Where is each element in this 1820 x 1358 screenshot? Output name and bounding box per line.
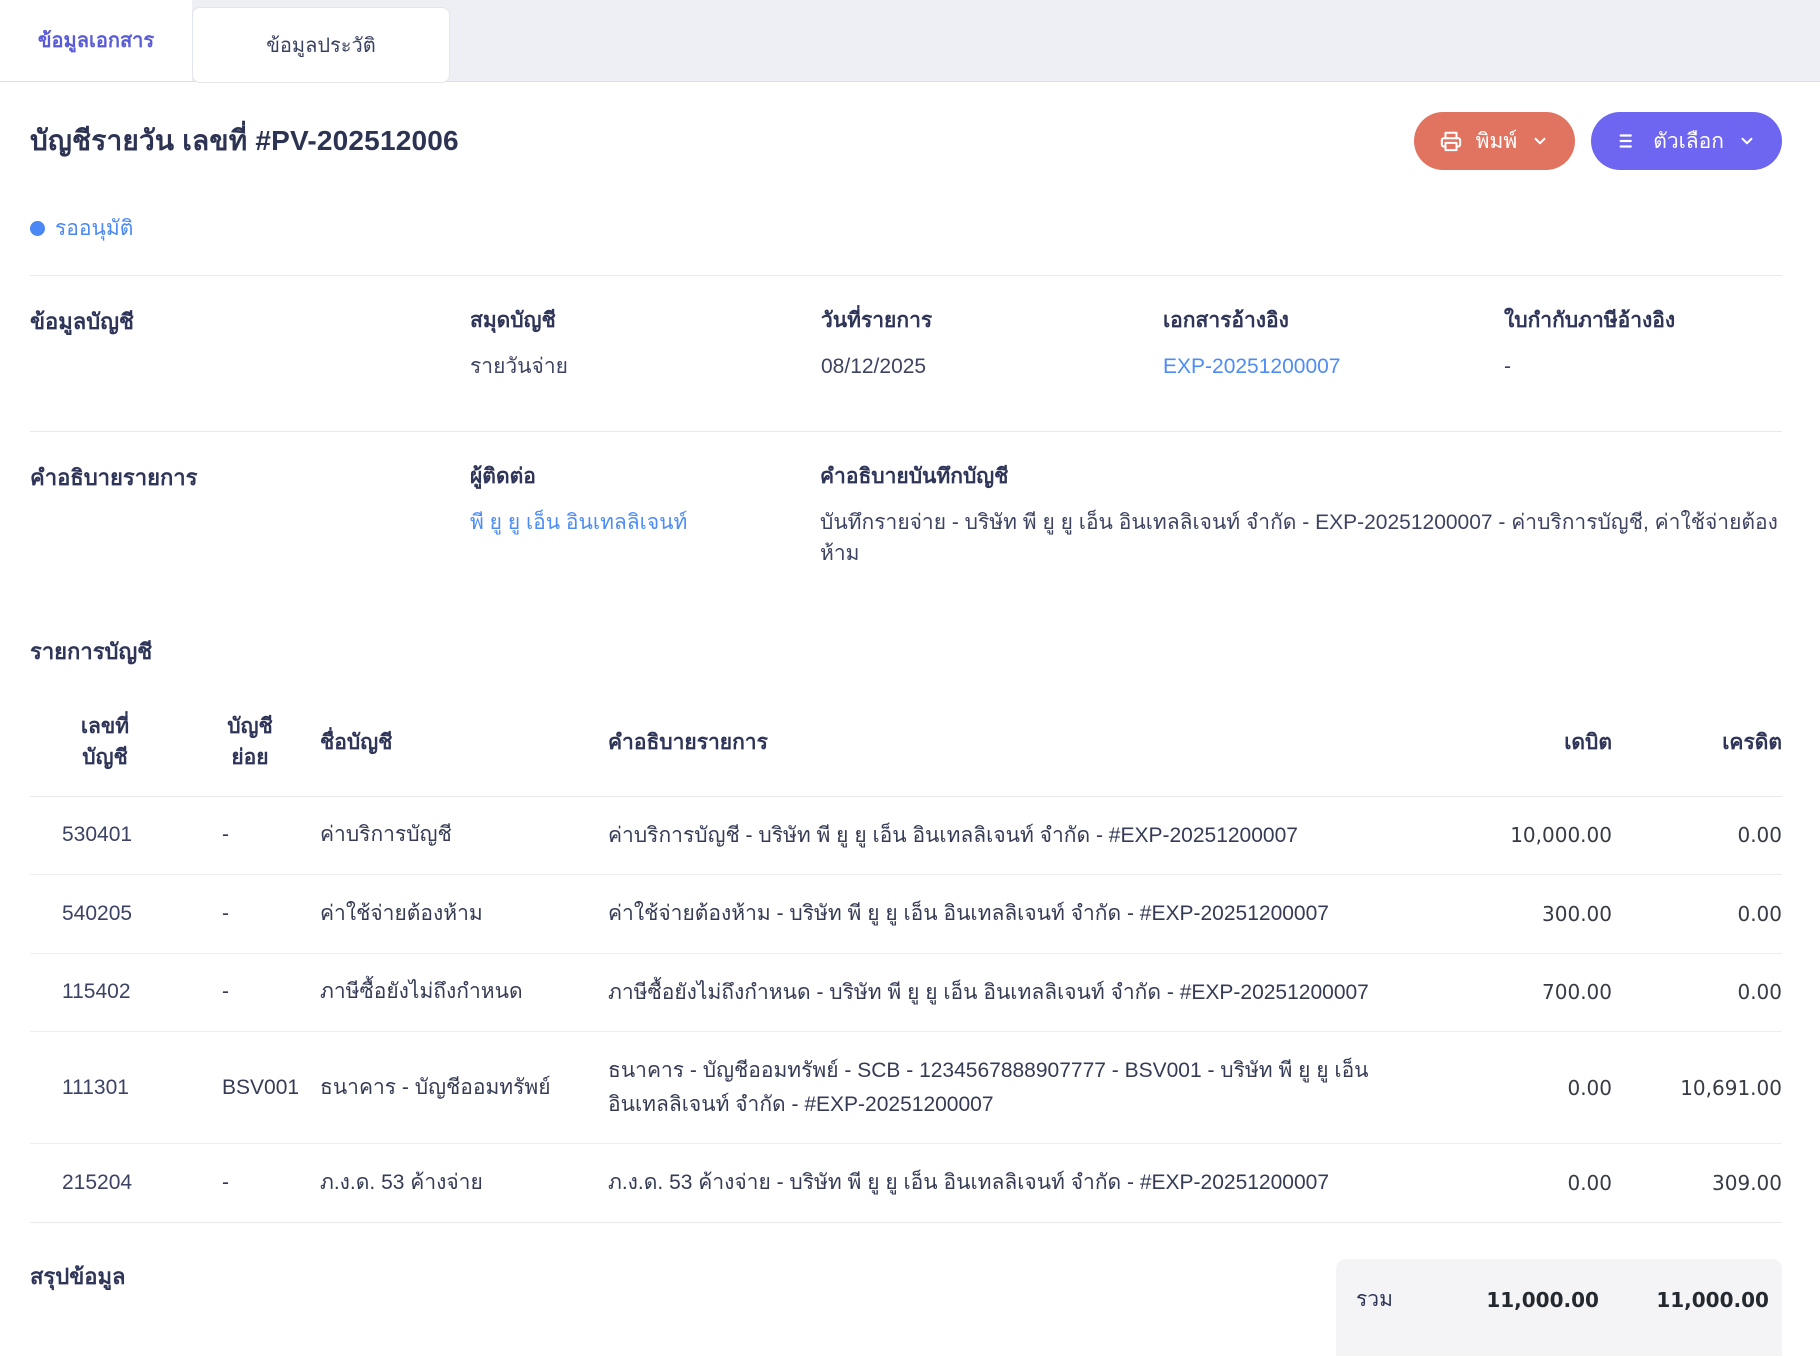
page-header: บัญชีรายวัน เลขที่ #PV-202512006 พิมพ์ ต…: [30, 112, 1782, 170]
cell-credit: 0.00: [1612, 980, 1782, 1004]
cell-account-no: 540205: [30, 902, 180, 926]
section-divider: [30, 275, 1782, 276]
table-row: 530401 - ค่าบริการบัญชี ค่าบริการบัญชี -…: [30, 797, 1782, 876]
cell-credit: 309.00: [1612, 1171, 1782, 1195]
entries-table-header: เลขที่ บัญชี บัญชี ย่อย ชื่อบัญชี คำอธิบ…: [30, 697, 1782, 797]
transaction-date-value: 08/12/2025: [821, 351, 1163, 383]
entries-table-body: 530401 - ค่าบริการบัญชี ค่าบริการบัญชี -…: [30, 797, 1782, 1224]
cell-debit: 300.00: [1432, 902, 1612, 926]
cell-debit: 10,000.00: [1432, 823, 1612, 847]
cell-account-name: ค่าใช้จ่ายต้องห้าม: [320, 898, 572, 931]
table-row: 540205 - ค่าใช้จ่ายต้องห้าม ค่าใช้จ่ายต้…: [30, 875, 1782, 954]
tax-invoice-ref-label: ใบกำกับภาษีอ้างอิง: [1504, 304, 1782, 337]
cell-description: ธนาคาร - บัญชีออมทรัพย์ - SCB - 12345678…: [572, 1054, 1432, 1121]
col-description: คำอธิบายรายการ: [572, 726, 1432, 759]
cell-account-name: ธนาคาร - บัญชีออมทรัพย์: [320, 1072, 572, 1105]
col-debit: เดบิต: [1432, 726, 1612, 759]
status-dot-icon: [30, 221, 45, 236]
tax-invoice-ref-value: -: [1504, 351, 1782, 383]
description-section: คำอธิบายรายการ ผู้ติดต่อ พี ยู ยู เอ็น อ…: [30, 460, 1782, 570]
field-journal-note: คำอธิบายบันทึกบัญชี บันทึกรายจ่าย - บริษ…: [820, 460, 1782, 570]
print-button-label: พิมพ์: [1476, 125, 1518, 158]
page-title: บัญชีรายวัน เลขที่ #PV-202512006: [30, 119, 459, 163]
printer-icon: [1440, 130, 1462, 152]
cell-account-name: ภ.ง.ด. 53 ค้างจ่าย: [320, 1167, 572, 1200]
cell-sub-account: -: [180, 823, 320, 847]
header-actions: พิมพ์ ตัวเลือก: [1414, 112, 1782, 170]
cell-description: ค่าบริการบัญชี - บริษัท พี ยู ยู เอ็น อิ…: [572, 819, 1432, 853]
cell-sub-account: BSV001: [180, 1076, 320, 1100]
account-info-title: ข้อมูลบัญชี: [30, 304, 470, 383]
table-row: 111301 BSV001 ธนาคาร - บัญชีออมทรัพย์ ธน…: [30, 1032, 1782, 1144]
account-info-section: ข้อมูลบัญชี สมุดบัญชี รายวันจ่าย วันที่ร…: [30, 304, 1782, 383]
cell-account-no: 115402: [30, 980, 180, 1004]
tab-document-info[interactable]: ข้อมูลเอกสาร: [0, 0, 192, 81]
section-divider: [30, 431, 1782, 432]
journal-book-value: รายวันจ่าย: [470, 351, 821, 383]
cell-credit: 0.00: [1612, 823, 1782, 847]
field-reference-document: เอกสารอ้างอิง EXP-20251200007: [1163, 304, 1504, 383]
cell-sub-account: -: [180, 1171, 320, 1195]
reference-document-label: เอกสารอ้างอิง: [1163, 304, 1504, 337]
tab-history-info[interactable]: ข้อมูลประวัติ: [192, 7, 450, 83]
cell-debit: 700.00: [1432, 980, 1612, 1004]
cell-account-name: ภาษีซื้อยังไม่ถึงกำหนด: [320, 976, 572, 1009]
cell-debit: 0.00: [1432, 1171, 1612, 1195]
cell-sub-account: -: [180, 902, 320, 926]
chevron-down-icon: [1738, 132, 1756, 150]
contact-label: ผู้ติดต่อ: [470, 460, 820, 493]
table-row: 215204 - ภ.ง.ด. 53 ค้างจ่าย ภ.ง.ด. 53 ค้…: [30, 1144, 1782, 1223]
status-label: รออนุมัติ: [55, 212, 133, 245]
cell-debit: 0.00: [1432, 1076, 1612, 1100]
options-button-label: ตัวเลือก: [1653, 125, 1724, 158]
col-credit: เครดิต: [1612, 726, 1782, 759]
field-tax-invoice-ref: ใบกำกับภาษีอ้างอิง -: [1504, 304, 1782, 383]
cell-account-no: 111301: [30, 1076, 180, 1100]
entries-section-title: รายการบัญชี: [30, 634, 1782, 669]
cell-description: ภ.ง.ด. 53 ค้างจ่าย - บริษัท พี ยู ยู เอ็…: [572, 1166, 1432, 1200]
cell-account-no: 530401: [30, 823, 180, 847]
cell-account-name: ค่าบริการบัญชี: [320, 819, 572, 852]
description-section-title: คำอธิบายรายการ: [30, 460, 470, 570]
total-label: รวม: [1356, 1283, 1419, 1316]
status-badge: รออนุมัติ: [30, 212, 1782, 245]
print-button[interactable]: พิมพ์: [1414, 112, 1576, 170]
summary-section-title: สรุปข้อมูล: [30, 1259, 125, 1294]
field-contact: ผู้ติดต่อ พี ยู ยู เอ็น อินเทลลิเจนท์: [470, 460, 820, 570]
contact-link[interactable]: พี ยู ยู เอ็น อินเทลลิเจนท์: [470, 511, 687, 534]
field-transaction-date: วันที่รายการ 08/12/2025: [821, 304, 1163, 383]
tab-bar: ข้อมูลเอกสาร ข้อมูลประวัติ: [0, 0, 1820, 82]
journal-note-label: คำอธิบายบันทึกบัญชี: [820, 460, 1782, 493]
col-account-name: ชื่อบัญชี: [320, 726, 572, 759]
col-sub-account: บัญชี ย่อย: [180, 711, 320, 774]
cell-credit: 10,691.00: [1612, 1076, 1782, 1100]
reference-document-link[interactable]: EXP-20251200007: [1163, 355, 1341, 378]
field-journal-book: สมุดบัญชี รายวันจ่าย: [470, 304, 821, 383]
total-debit-value: 11,000.00: [1419, 1288, 1599, 1312]
chevron-down-icon: [1531, 132, 1549, 150]
options-button[interactable]: ตัวเลือก: [1591, 112, 1782, 170]
summary-section: สรุปข้อมูล รวม 11,000.00 11,000.00: [30, 1259, 1782, 1356]
total-credit-value: 11,000.00: [1599, 1288, 1769, 1312]
cell-sub-account: -: [180, 980, 320, 1004]
transaction-date-label: วันที่รายการ: [821, 304, 1163, 337]
table-row: 115402 - ภาษีซื้อยังไม่ถึงกำหนด ภาษีซื้อ…: [30, 954, 1782, 1033]
cell-account-no: 215204: [30, 1171, 180, 1195]
cell-credit: 0.00: [1612, 902, 1782, 926]
summary-totals-box: รวม 11,000.00 11,000.00: [1336, 1259, 1782, 1356]
journal-note-value: บันทึกรายจ่าย - บริษัท พี ยู ยู เอ็น อิน…: [820, 507, 1782, 570]
cell-description: ค่าใช้จ่ายต้องห้าม - บริษัท พี ยู ยู เอ็…: [572, 897, 1432, 931]
menu-icon: [1617, 130, 1639, 152]
col-account-no: เลขที่ บัญชี: [30, 711, 180, 774]
journal-book-label: สมุดบัญชี: [470, 304, 821, 337]
cell-description: ภาษีซื้อยังไม่ถึงกำหนด - บริษัท พี ยู ยู…: [572, 976, 1432, 1010]
